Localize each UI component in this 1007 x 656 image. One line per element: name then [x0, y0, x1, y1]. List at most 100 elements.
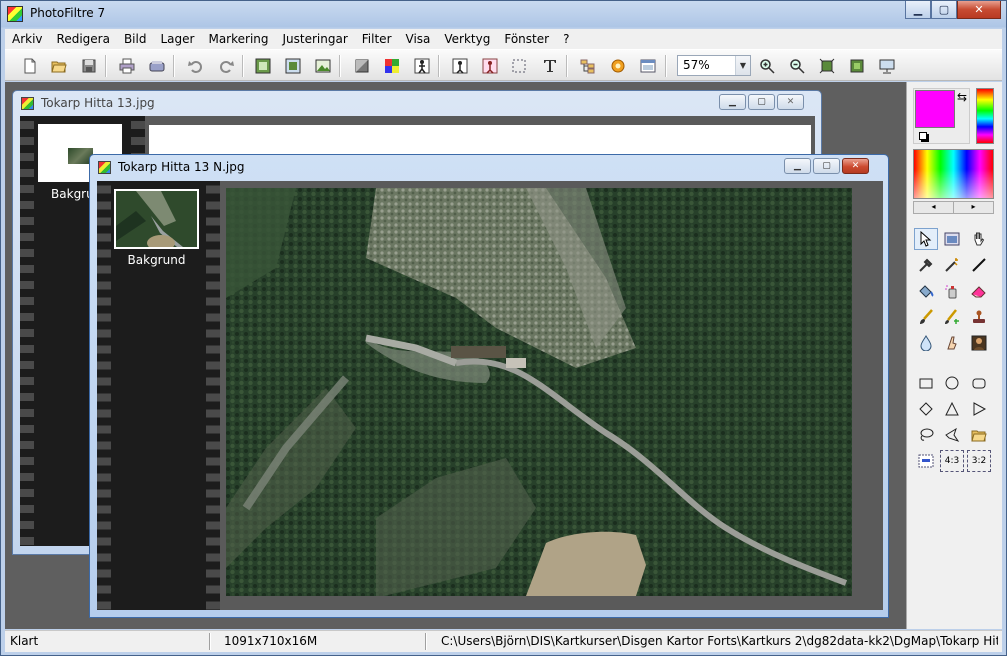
blur-tool[interactable]: [914, 332, 938, 354]
line-tool[interactable]: [967, 254, 991, 276]
tools-panel: ⇆ ◂ ▸ 4:3 3:2: [906, 82, 1002, 629]
grayscale-button[interactable]: [351, 55, 373, 77]
fill-bucket-tool[interactable]: [914, 280, 938, 302]
smudge-tool[interactable]: [940, 332, 964, 354]
menu-arkiv[interactable]: Arkiv: [5, 29, 50, 49]
ratio-4-3-tool[interactable]: 4:3: [940, 450, 964, 472]
zoom-select[interactable]: 57% ▼: [677, 55, 751, 76]
scroll-left-icon[interactable]: ◂: [914, 202, 954, 213]
triangle-shape-tool[interactable]: [940, 398, 964, 420]
color-spectrum[interactable]: [913, 149, 994, 199]
automate-button[interactable]: [577, 55, 599, 77]
aerial-photo-canvas[interactable]: [226, 188, 852, 596]
undo-button[interactable]: [185, 55, 207, 77]
brush-tool[interactable]: [914, 306, 938, 328]
layer-fx-2-button[interactable]: [479, 55, 501, 77]
open-selection-icon: [971, 430, 987, 442]
magic-wand-icon: [945, 258, 958, 272]
eraser-icon: [971, 286, 986, 298]
open-selection-tool[interactable]: [967, 424, 991, 446]
menu-lager[interactable]: Lager: [153, 29, 201, 49]
ellipse-shape-tool[interactable]: [940, 372, 964, 394]
walker-button[interactable]: [411, 55, 433, 77]
text-button[interactable]: [539, 55, 561, 77]
menu-bar: Arkiv Redigera Bild Lager Markering Just…: [5, 29, 1002, 49]
magic-wand-tool[interactable]: [940, 254, 964, 276]
toolbar-separator: [173, 55, 175, 77]
browser-button[interactable]: [637, 55, 659, 77]
selection-square-icon: [918, 454, 934, 468]
pointer-tool[interactable]: [914, 228, 938, 250]
right-triangle-tool[interactable]: [967, 398, 991, 420]
menu-markering[interactable]: Markering: [201, 29, 275, 49]
menu-redigera[interactable]: Redigera: [50, 29, 117, 49]
color-grid-button[interactable]: [381, 55, 403, 77]
title-bar[interactable]: PhotoFiltre 7 ▁ ▢ ✕: [1, 1, 1006, 27]
view-tool[interactable]: [940, 228, 964, 250]
scan-button[interactable]: [146, 55, 168, 77]
toolbar-separator: [242, 55, 244, 77]
close-button[interactable]: ✕: [957, 1, 1001, 19]
doc-maximize-button[interactable]: ▢: [748, 94, 775, 110]
portrait-tool[interactable]: [967, 332, 991, 354]
ratio-3-2-tool[interactable]: 3:2: [967, 450, 991, 472]
image-size-button[interactable]: [252, 55, 274, 77]
layer-fx-button[interactable]: [449, 55, 471, 77]
clone-stamp-tool[interactable]: [967, 306, 991, 328]
layer-thumbnail[interactable]: [114, 189, 199, 251]
menu-verktyg[interactable]: Verktyg: [437, 29, 497, 49]
hue-strip[interactable]: [976, 88, 994, 144]
film-strip: [206, 181, 220, 610]
menu-bild[interactable]: Bild: [117, 29, 154, 49]
chevron-down-icon[interactable]: ▼: [735, 56, 750, 75]
image-size-icon: [255, 58, 271, 74]
diamond-shape-tool[interactable]: [914, 398, 938, 420]
toolbar-separator: [105, 55, 107, 77]
menu-visa[interactable]: Visa: [399, 29, 438, 49]
minimize-button[interactable]: ▁: [905, 1, 931, 19]
zoom-out-button[interactable]: [786, 55, 808, 77]
polygon-lasso-tool[interactable]: [940, 424, 964, 446]
print-button[interactable]: [116, 55, 138, 77]
menu-fonster[interactable]: Fönster: [497, 29, 556, 49]
selection-button[interactable]: [508, 55, 530, 77]
document-window-front[interactable]: Tokarp Hitta 13 N.jpg ▁ ▢ ✕ Bakgrund: [89, 154, 889, 618]
toolbar-separator: [566, 55, 568, 77]
doc-close-button[interactable]: ✕: [777, 94, 804, 110]
doc-minimize-button[interactable]: ▁: [719, 94, 746, 110]
open-button[interactable]: [48, 55, 70, 77]
swap-colors-icon[interactable]: ⇆: [957, 90, 967, 104]
doc-minimize-button[interactable]: ▁: [784, 158, 811, 174]
default-colors-icon[interactable]: [919, 132, 927, 140]
redo-button[interactable]: [215, 55, 237, 77]
menu-filter[interactable]: Filter: [355, 29, 399, 49]
foreground-color[interactable]: [915, 90, 955, 128]
maximize-button[interactable]: ▢: [931, 1, 957, 19]
save-button[interactable]: [78, 55, 100, 77]
eyedropper-tool[interactable]: [914, 254, 938, 276]
rectangle-shape-tool[interactable]: [914, 372, 938, 394]
doc-maximize-button[interactable]: ▢: [813, 158, 840, 174]
menu-justeringar[interactable]: Justeringar: [276, 29, 355, 49]
selection-square-tool[interactable]: [914, 450, 938, 472]
spray-tool[interactable]: [940, 280, 964, 302]
diamond-shape-icon: [919, 402, 933, 416]
scroll-right-icon[interactable]: ▸: [954, 202, 993, 213]
plugin-button[interactable]: [607, 55, 629, 77]
new-file-button[interactable]: [19, 55, 41, 77]
menu-help[interactable]: ?: [556, 29, 576, 49]
doc-close-button[interactable]: ✕: [842, 158, 869, 174]
fullscreen-button[interactable]: [876, 55, 898, 77]
canvas-size-button[interactable]: [282, 55, 304, 77]
image-file-icon: [21, 97, 34, 110]
fit-window-button[interactable]: [816, 55, 838, 77]
eraser-tool[interactable]: [967, 280, 991, 302]
rounded-rect-tool[interactable]: [967, 372, 991, 394]
fit-image-button[interactable]: [312, 55, 334, 77]
lasso-tool[interactable]: [914, 424, 938, 446]
actual-size-button[interactable]: [846, 55, 868, 77]
zoom-in-button[interactable]: [756, 55, 778, 77]
advanced-brush-tool[interactable]: [940, 306, 964, 328]
workspace: Tokarp Hitta 13.jpg ▁ ▢ ✕ Bakgrund Tokar…: [5, 82, 906, 629]
hand-tool[interactable]: [967, 228, 991, 250]
